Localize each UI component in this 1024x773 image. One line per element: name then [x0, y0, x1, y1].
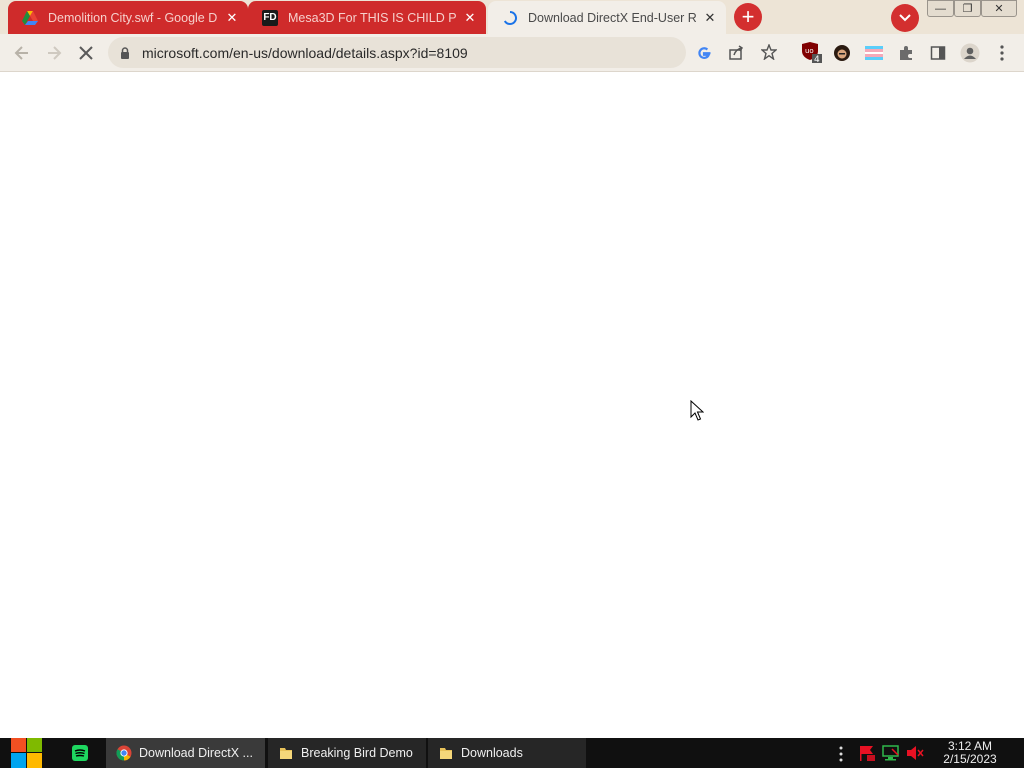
back-button[interactable]: [10, 41, 34, 65]
fd-icon: FD: [262, 9, 278, 26]
taskbar-item-label: Download DirectX ...: [139, 746, 253, 760]
svg-text:uo: uo: [805, 47, 814, 55]
avatar-extension-icon[interactable]: [830, 41, 854, 65]
bookmark-star-icon[interactable]: [760, 43, 778, 65]
system-clock[interactable]: 3:12 AM 2/15/2023: [936, 740, 1004, 766]
chevron-down-icon: [899, 14, 911, 22]
forward-arrow-icon: [48, 46, 62, 60]
google-drive-icon: [22, 10, 38, 26]
extension-badge: 4: [814, 55, 820, 63]
stop-x-icon: [79, 46, 93, 60]
tab-title: Demolition City.swf - Google D: [48, 10, 218, 25]
taskbar-item-label: Breaking Bird Demo: [301, 746, 413, 760]
volume-muted-icon[interactable]: [906, 745, 924, 766]
minimize-button[interactable]: —: [927, 0, 954, 17]
folder-icon: [278, 745, 294, 761]
taskbar-item-downloads[interactable]: Downloads: [428, 738, 586, 768]
url-text[interactable]: microsoft.com/en-us/download/details.asp…: [142, 45, 468, 61]
spotify-icon[interactable]: [72, 745, 88, 766]
taskbar-item-label: Downloads: [461, 746, 523, 760]
google-lens-icon[interactable]: [696, 45, 712, 66]
taskbar-item-breaking-bird[interactable]: Breaking Bird Demo: [268, 738, 426, 768]
lock-icon[interactable]: [120, 46, 130, 64]
mouse-cursor-icon: [690, 399, 705, 427]
browser-toolbar: microsoft.com/en-us/download/details.asp…: [0, 34, 1024, 72]
new-tab-button[interactable]: +: [734, 3, 762, 31]
tab-search-button[interactable]: [891, 4, 919, 32]
stop-loading-button[interactable]: [74, 41, 98, 65]
tab-strip: Demolition City.swf - Google D ✕ FD Mesa…: [0, 0, 1024, 34]
tab-close-icon[interactable]: ✕: [224, 10, 240, 26]
chrome-icon: [116, 745, 132, 761]
pride-flag-extension-icon[interactable]: [862, 41, 886, 65]
tab-download-directx[interactable]: Download DirectX End-User Ru ✕: [488, 1, 726, 34]
profile-avatar-icon[interactable]: [958, 41, 982, 65]
loading-spinner-icon: [502, 10, 518, 26]
page-content: [0, 72, 1024, 738]
network-icon[interactable]: [882, 745, 900, 766]
tab-mesa3d[interactable]: FD Mesa3D For THIS IS CHILD PL ✕: [248, 1, 486, 34]
tray-overflow-icon[interactable]: [838, 746, 844, 767]
start-button[interactable]: [10, 738, 44, 768]
tab-close-icon[interactable]: ✕: [462, 10, 478, 26]
forward-button[interactable]: [42, 41, 66, 65]
share-icon[interactable]: [728, 45, 744, 66]
tab-title: Mesa3D For THIS IS CHILD PL: [288, 10, 456, 25]
tab-title: Download DirectX End-User Ru: [528, 10, 696, 25]
address-bar[interactable]: microsoft.com/en-us/download/details.asp…: [108, 37, 778, 68]
windows-logo-icon: [11, 738, 42, 768]
tab-demolition-city[interactable]: Demolition City.swf - Google D ✕: [8, 1, 248, 34]
extensions-puzzle-icon[interactable]: [894, 41, 918, 65]
back-arrow-icon: [14, 46, 28, 60]
ublock-origin-icon[interactable]: uo 4: [800, 40, 824, 64]
side-panel-icon[interactable]: [926, 41, 950, 65]
folder-icon: [438, 745, 454, 761]
tab-close-icon[interactable]: ✕: [702, 10, 718, 26]
menu-kebab-icon[interactable]: [990, 41, 1014, 65]
close-window-button[interactable]: ✕: [981, 0, 1017, 17]
restore-button[interactable]: ❐: [954, 0, 981, 17]
taskbar: Download DirectX ... Breaking Bird Demo …: [0, 738, 1024, 768]
action-center-flag-icon[interactable]: [858, 745, 876, 766]
clock-date: 2/15/2023: [943, 752, 997, 766]
taskbar-item-chrome[interactable]: Download DirectX ...: [106, 738, 265, 768]
